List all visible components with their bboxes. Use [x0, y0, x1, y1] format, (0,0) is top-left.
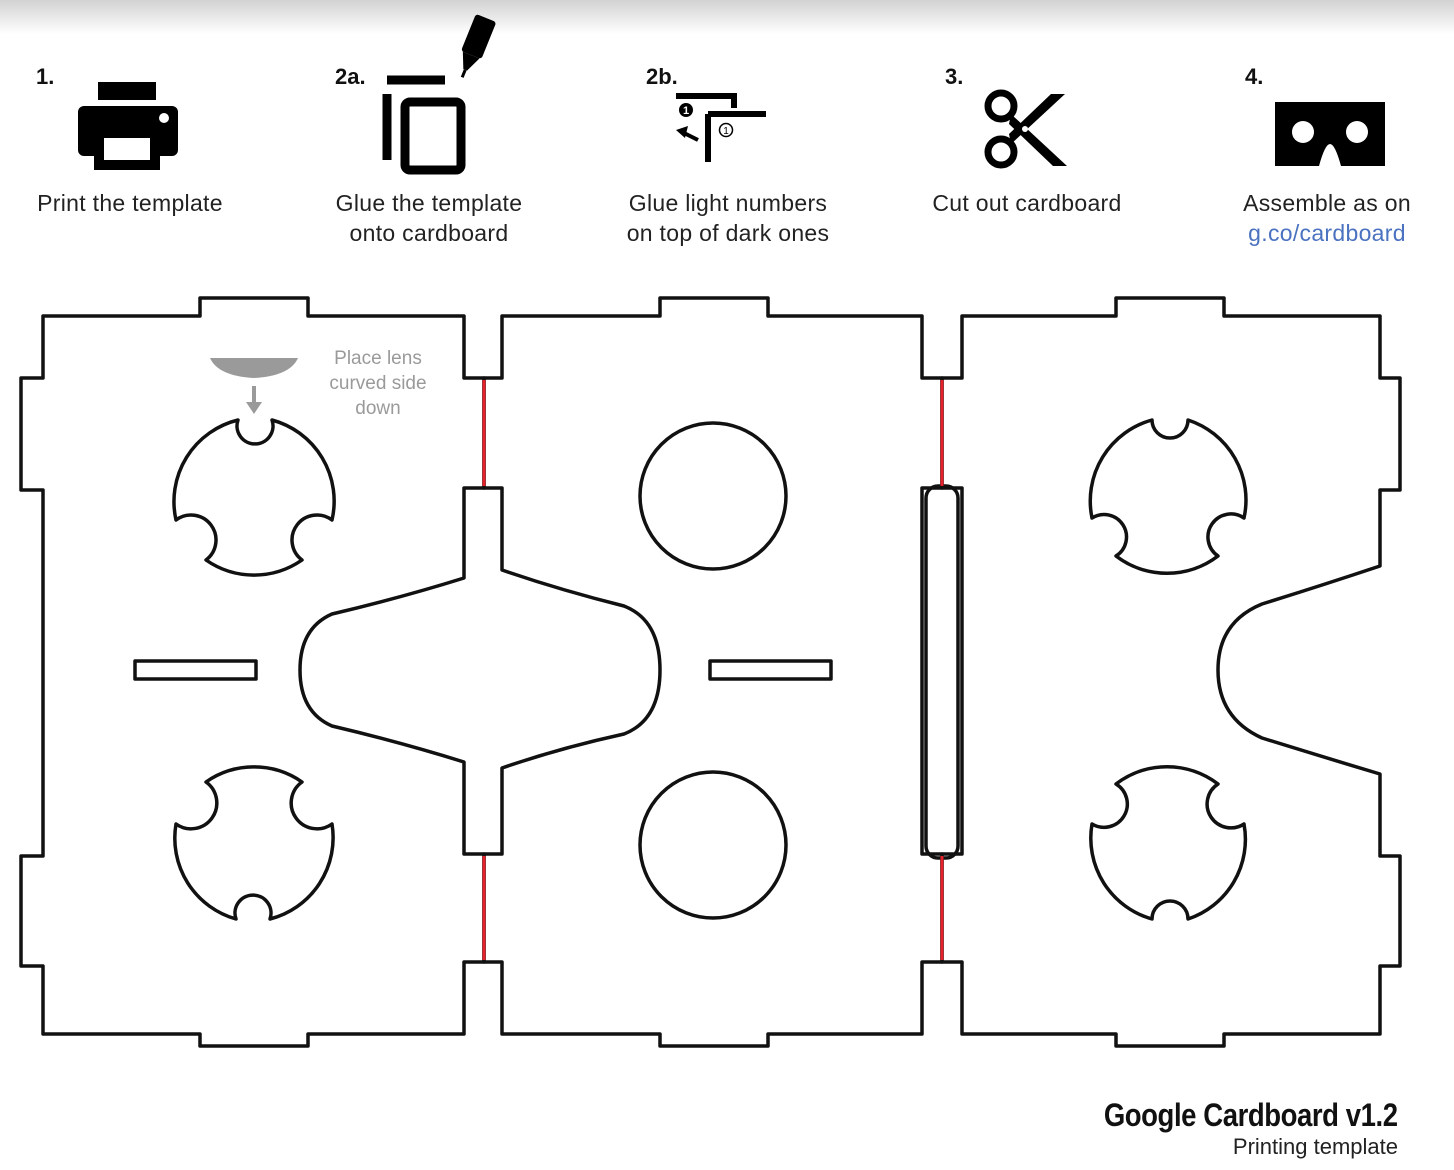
footer-title: Google Cardboard v1.2: [1104, 1097, 1398, 1133]
round-hole-bottom: [638, 770, 788, 920]
step-caption: Print the template: [37, 190, 223, 216]
left-slot: [133, 659, 258, 681]
cutout-template: [19, 296, 1402, 1048]
spine-slot: [924, 484, 960, 860]
step-number: 2a.: [335, 64, 366, 89]
printer-icon: [78, 82, 178, 170]
scissors-icon: [984, 89, 1067, 169]
step-glue-numbers: 2b. 1 1 Glue light numbers on top of dar…: [608, 60, 848, 260]
cardboard-viewer-icon: [1275, 102, 1385, 166]
lens-arrowhead-icon: [246, 402, 262, 414]
step-caption: Cut out cardboard: [932, 190, 1122, 216]
lens-hole-top-left: [172, 418, 336, 577]
round-hole-top: [638, 421, 788, 571]
cardboard-link[interactable]: g.co/cardboard: [1207, 218, 1447, 248]
lens-shape-icon: [210, 358, 298, 378]
footer-subtitle: Printing template: [1232, 1134, 1398, 1159]
right-panel-outline: [940, 296, 1402, 1048]
overlap-numbers-icon: 1 1: [676, 93, 766, 162]
step-number: 1.: [36, 64, 55, 89]
step-caption: Glue the template onto cardboard: [335, 190, 523, 246]
step-cut: 3. Cut out cardboard: [907, 60, 1147, 260]
step-assemble: 4. Assemble as on g.co/cardboard: [1207, 60, 1447, 260]
lens-hole-top-right: [1088, 418, 1248, 575]
footer: Google Cardboard v1.2 Printing template: [1056, 1096, 1398, 1160]
top-gradient: [0, 0, 1454, 34]
step-number: 3.: [945, 64, 964, 89]
lens-hole-bottom-left: [173, 765, 335, 921]
svg-text:1: 1: [723, 126, 729, 137]
step-caption: Glue light numbers on top of dark ones: [626, 190, 830, 246]
lens-note: Place lens curved side down: [329, 348, 427, 419]
center-slot: [708, 659, 833, 681]
step-glue-template: 2a. Glue the template onto cardboard: [309, 14, 549, 260]
svg-text:1: 1: [683, 105, 689, 117]
step-number: 2b.: [646, 64, 678, 89]
lens-hole-bottom-right: [1089, 765, 1248, 921]
step-number: 4.: [1245, 64, 1264, 89]
center-panel-outline: [482, 296, 944, 1048]
step-caption: Assemble as on g.co/cardboard: [1207, 188, 1447, 248]
glue-icon: [382, 14, 496, 175]
step-print: 1. Print the template: [10, 60, 250, 260]
